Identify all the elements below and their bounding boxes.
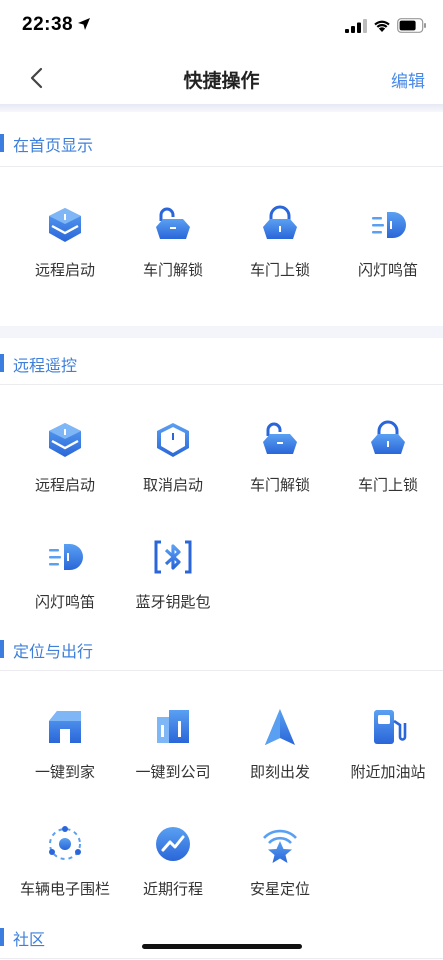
home-indicator <box>142 944 302 949</box>
tile-label: 闪灯鸣笛 <box>357 261 418 279</box>
tile-label: 即刻出发 <box>249 763 310 781</box>
battery-icon <box>397 18 426 33</box>
section-accent-bar <box>0 354 4 372</box>
quick-action-tile[interactable]: 车门上锁 <box>333 420 443 530</box>
door-lock-icon <box>260 205 300 245</box>
navigation-bar: 快捷操作 编辑 <box>0 52 443 104</box>
geofence-icon <box>45 824 85 864</box>
tile-label: 车门上锁 <box>249 261 310 279</box>
tile-label: 闪灯鸣笛 <box>34 593 95 611</box>
tile-label: 车辆电子围栏 <box>19 880 110 898</box>
remote-start-icon <box>45 420 85 460</box>
location-arrow-icon <box>78 18 90 30</box>
tile-label: 安星定位 <box>249 880 310 898</box>
tile-label: 远程启动 <box>34 261 95 279</box>
tile-label: 车门解锁 <box>142 261 203 279</box>
section-divider <box>0 670 443 671</box>
quick-action-tile[interactable]: 远程启动 <box>10 205 120 315</box>
section-divider <box>0 166 443 167</box>
section-title: 远程遥控 <box>13 356 78 375</box>
wifi-icon <box>374 20 390 32</box>
quick-action-tile[interactable]: 车门解锁 <box>225 420 335 530</box>
status-time: 22:38 <box>22 14 74 35</box>
navigate-arrow-icon <box>260 707 300 747</box>
tile-label: 一键到公司 <box>135 763 211 781</box>
door-unlock-icon <box>153 205 193 245</box>
quick-action-tile[interactable]: 闪灯鸣笛 <box>333 205 443 315</box>
bluetooth-key-icon <box>153 537 193 577</box>
quick-action-tile[interactable]: 取消启动 <box>118 420 228 530</box>
door-unlock-icon <box>260 420 300 460</box>
cancel-start-icon <box>153 420 193 460</box>
quick-action-tile[interactable]: 附近加油站 <box>333 707 443 817</box>
tile-label: 车门解锁 <box>249 476 310 494</box>
quick-action-tile[interactable]: 车门解锁 <box>118 205 228 315</box>
tile-label: 蓝牙钥匙包 <box>135 593 211 611</box>
edit-button[interactable]: 编辑 <box>391 67 425 92</box>
quick-action-tile[interactable]: 一键到公司 <box>118 707 228 817</box>
section-title: 社区 <box>13 930 46 949</box>
page-title: 快捷操作 <box>183 70 260 92</box>
section-title: 定位与出行 <box>13 642 94 661</box>
quick-action-tile[interactable]: 即刻出发 <box>225 707 335 817</box>
section-accent-bar <box>0 134 4 152</box>
flash-horn-icon <box>368 205 408 245</box>
section-title: 在首页显示 <box>13 136 94 155</box>
gas-station-icon <box>368 707 408 747</box>
section-gap <box>0 326 443 338</box>
door-lock-icon <box>368 420 408 460</box>
section-accent-bar <box>0 928 4 946</box>
home-icon <box>45 707 85 747</box>
section-accent-bar <box>0 640 4 658</box>
remote-start-icon <box>45 205 85 245</box>
section-divider <box>0 384 443 385</box>
tile-label: 车门上锁 <box>357 476 418 494</box>
tile-label: 附近加油站 <box>350 763 426 781</box>
quick-action-tile[interactable]: 一键到家 <box>10 707 120 817</box>
section-header: 在首页显示 <box>0 118 443 168</box>
nav-shadow <box>0 104 443 112</box>
section-header: 社区 <box>0 912 443 960</box>
star-location-icon <box>260 824 300 864</box>
flash-horn-icon <box>45 537 85 577</box>
recent-trips-icon <box>153 824 193 864</box>
section-header: 远程遥控 <box>0 338 443 388</box>
quick-action-tile[interactable]: 远程启动 <box>10 420 120 530</box>
quick-action-tile[interactable]: 车门上锁 <box>225 205 335 315</box>
cellular-signal-icon <box>345 19 367 33</box>
tile-label: 一键到家 <box>34 763 95 781</box>
status-bar: 22:38 <box>0 0 443 52</box>
section-header: 定位与出行 <box>0 624 443 674</box>
tile-label: 远程启动 <box>34 476 95 494</box>
section-divider <box>0 958 443 959</box>
tile-label: 近期行程 <box>142 880 203 898</box>
office-icon <box>153 707 193 747</box>
tile-label: 取消启动 <box>142 476 203 494</box>
